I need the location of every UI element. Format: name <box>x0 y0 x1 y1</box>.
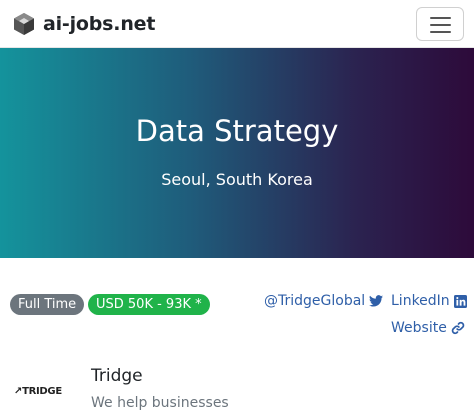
linkedin-link-label: LinkedIn <box>391 293 450 309</box>
hamburger-menu-icon <box>430 17 451 19</box>
twitter-link-label: @TridgeGlobal <box>264 293 366 309</box>
employment-type-badge: Full Time <box>10 294 85 315</box>
navbar: ai-jobs.net <box>0 0 474 48</box>
job-location: Seoul, South Korea <box>161 170 313 189</box>
twitter-link[interactable]: @TridgeGlobal <box>264 293 384 309</box>
website-link[interactable]: Website <box>391 320 465 336</box>
link-icon <box>451 321 465 335</box>
company-logo-text: TRIDGE <box>22 386 62 397</box>
company-name: Tridge <box>91 366 143 386</box>
brand-name: ai-jobs.net <box>43 13 156 35</box>
salary-badge: USD 50K - 93K * <box>88 294 210 315</box>
brand-link[interactable]: ai-jobs.net <box>12 10 155 38</box>
job-title: Data Strategy <box>135 114 339 148</box>
hexagon-cube-icon <box>14 13 34 35</box>
hero-banner: Data Strategy Seoul, South Korea <box>0 48 474 258</box>
company-logo: ↗TRIDGE <box>14 386 62 400</box>
company-description: We help businesses <box>91 395 229 411</box>
company-logo-mark: ↗ <box>14 386 23 397</box>
twitter-icon <box>369 295 384 307</box>
website-link-label: Website <box>391 320 447 336</box>
linkedin-icon <box>453 294 467 308</box>
menu-toggle-button[interactable] <box>416 7 464 41</box>
linkedin-link[interactable]: LinkedIn <box>391 293 467 309</box>
